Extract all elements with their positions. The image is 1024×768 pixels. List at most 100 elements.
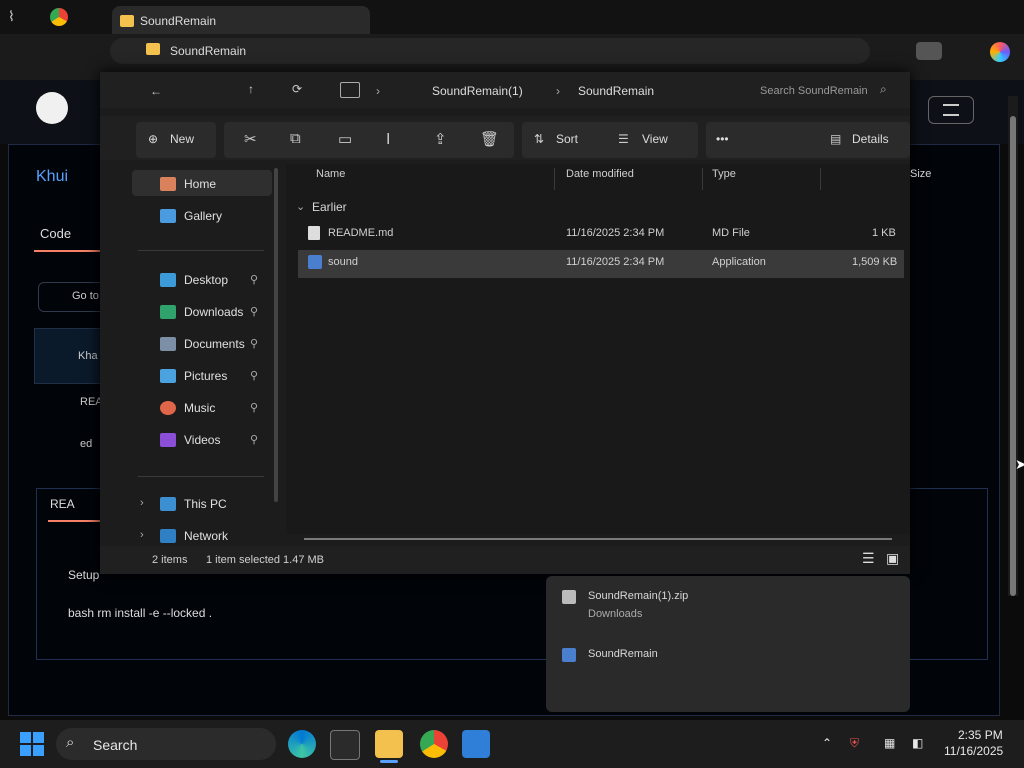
chevron-right-icon[interactable]: › [140, 497, 144, 509]
column-date[interactable]: Date modified [566, 168, 634, 188]
chrome-icon[interactable] [420, 730, 448, 758]
copy-icon[interactable]: ⧉ [290, 130, 301, 147]
keyboard-icon[interactable]: ▦ [884, 736, 895, 750]
desktop-icon [160, 273, 176, 287]
menu-button[interactable] [928, 96, 974, 124]
copilot-icon[interactable] [990, 42, 1010, 62]
tab-readme[interactable]: REA [50, 497, 75, 511]
download-item-location: Downloads [588, 608, 643, 620]
chevron-right-icon: › [556, 84, 560, 98]
details-button[interactable]: Details [852, 132, 889, 146]
nav-item-desktop[interactable]: Desktop [184, 273, 228, 287]
folder-icon [146, 43, 160, 55]
search-box[interactable]: Search SoundRemain [760, 85, 868, 97]
hamburger-icon [943, 104, 959, 116]
file-name: sound [328, 256, 358, 268]
group-header[interactable]: Earlier [312, 200, 347, 214]
nav-item-network[interactable]: Network [184, 529, 228, 543]
cursor-icon: ➤ [1015, 456, 1024, 472]
clock-time[interactable]: 2:35 PM [958, 728, 1003, 742]
pin-icon: ⚲ [250, 402, 259, 414]
file-type: MD File [712, 227, 750, 239]
nav-item-gallery[interactable]: Gallery [184, 209, 222, 223]
tiles-view-icon[interactable]: ▣ [886, 550, 899, 567]
nav-item-downloads[interactable]: Downloads [184, 305, 243, 319]
divider [138, 250, 264, 251]
chevron-right-icon[interactable]: › [140, 529, 144, 541]
pin-icon: ⚲ [250, 434, 259, 446]
this-pc-icon [160, 497, 176, 511]
left-item[interactable]: Kha [78, 350, 98, 362]
github-logo-icon[interactable] [36, 92, 68, 124]
security-icon[interactable]: ⛨ [850, 736, 859, 751]
pin-icon: ⚲ [250, 306, 259, 318]
cut-icon[interactable]: ✂ [244, 130, 257, 148]
rename-icon[interactable]: Ⅰ [386, 130, 390, 148]
repo-name[interactable]: Khui [36, 168, 68, 186]
view-icon: ☰ [618, 132, 629, 146]
column-divider[interactable] [554, 168, 555, 190]
nav-item-documents[interactable]: Documents [184, 337, 245, 351]
more-options-button[interactable]: ••• [716, 132, 729, 146]
taskbar-search-label: Search [93, 737, 138, 753]
file-name: README.md [328, 227, 394, 239]
zip-file-icon [562, 590, 576, 604]
nav-item-pictures[interactable]: Pictures [184, 369, 227, 383]
nav-item-videos[interactable]: Videos [184, 433, 220, 447]
delete-icon[interactable]: 🗑 [480, 130, 499, 148]
tab-code[interactable]: Code [40, 226, 71, 241]
taskbar-search[interactable] [56, 728, 276, 760]
extension-icon[interactable] [916, 42, 942, 60]
details-view-icon[interactable]: ☰ [862, 550, 875, 567]
chevron-down-icon[interactable]: ⌄ [296, 200, 305, 213]
column-divider[interactable] [702, 168, 703, 190]
file-explorer-icon[interactable] [375, 730, 403, 758]
breadcrumb-item[interactable]: SoundRemain(1) [432, 84, 523, 98]
address-text: SoundRemain [170, 44, 247, 58]
column-size[interactable]: Size [910, 168, 931, 188]
chevron-up-icon[interactable]: ⌃ [822, 736, 832, 750]
chrome-icon[interactable] [50, 8, 68, 26]
column-type[interactable]: Type [712, 168, 736, 188]
breadcrumb-item[interactable]: SoundRemain [578, 84, 654, 98]
scrollbar-thumb[interactable] [1010, 116, 1016, 596]
tab-underline [34, 250, 104, 252]
sort-icon: ⇅ [534, 132, 545, 146]
speaker-icon[interactable]: ◧ [912, 736, 923, 750]
file-date: 11/16/2025 2:34 PM [566, 227, 665, 239]
tab-underline [48, 520, 108, 522]
back-icon[interactable]: ← [150, 84, 162, 98]
start-tile [33, 732, 44, 743]
up-icon[interactable]: ↑ [248, 82, 254, 96]
edge-icon[interactable] [288, 730, 316, 758]
documents-icon [160, 337, 176, 351]
column-name[interactable]: Name [316, 168, 345, 188]
terminal-icon[interactable] [330, 730, 360, 760]
new-label: New [170, 132, 195, 146]
file-size: 1,509 KB [852, 256, 898, 268]
network-icon [160, 529, 176, 543]
view-button[interactable]: View [642, 132, 668, 146]
paste-icon[interactable]: ▭ [338, 130, 352, 148]
share-icon[interactable]: ⇪ [434, 130, 447, 148]
left-item[interactable]: ed [80, 438, 92, 450]
sort-button[interactable]: Sort [556, 132, 578, 146]
download-item-name[interactable]: SoundRemain [588, 648, 658, 660]
videos-icon [160, 433, 176, 447]
nav-item-music[interactable]: Music [184, 401, 215, 415]
refresh-icon[interactable]: ⟳ [292, 82, 302, 96]
edit-actions [224, 122, 514, 158]
folder-icon [120, 15, 134, 27]
column-divider[interactable] [820, 168, 821, 190]
clock-date[interactable]: 11/16/2025 [944, 744, 1003, 758]
horizontal-scrollbar[interactable] [304, 538, 892, 540]
download-item-name[interactable]: SoundRemain(1).zip [588, 590, 688, 602]
nav-item-home[interactable]: Home [184, 177, 216, 191]
application-icon [308, 255, 322, 269]
app-icon[interactable] [462, 730, 490, 758]
file-type: Application [712, 256, 766, 268]
nav-item-this-pc[interactable]: This PC [184, 497, 227, 511]
nav-scrollbar[interactable] [274, 168, 278, 502]
windows-start-icon[interactable] [20, 732, 44, 756]
active-indicator [380, 760, 398, 763]
